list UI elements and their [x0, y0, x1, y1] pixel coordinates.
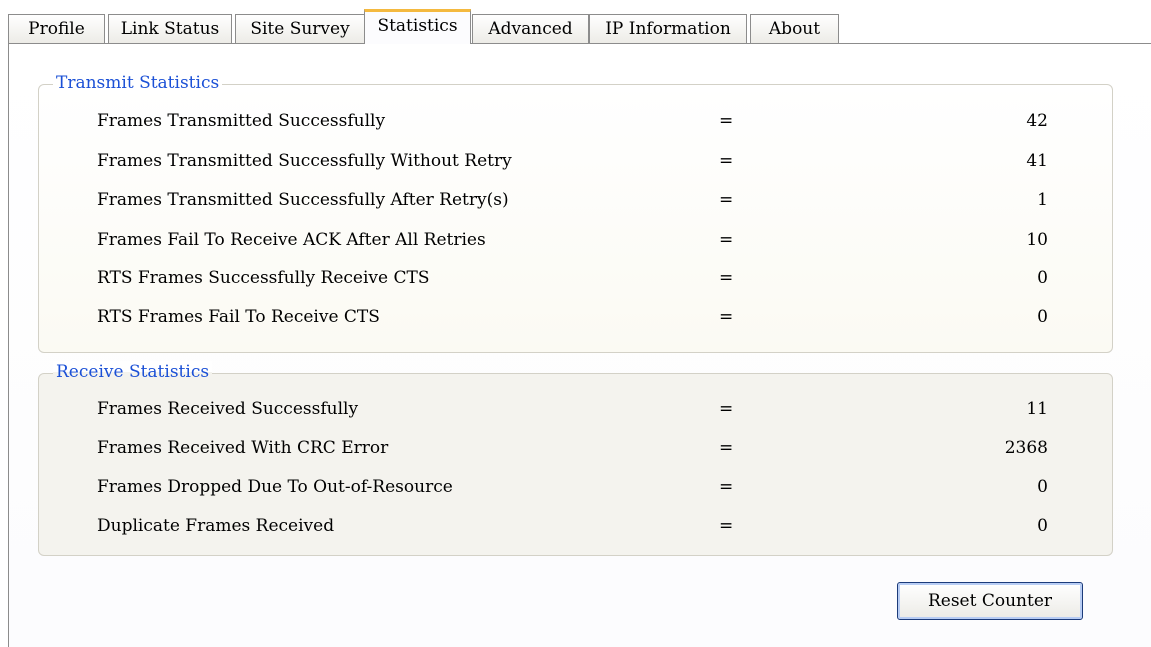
reset-counter-button[interactable]: Reset Counter [897, 582, 1083, 620]
equals-sign: = [719, 516, 734, 536]
tab-ip-information[interactable]: IP Information [589, 14, 747, 44]
stat-value: 1 [1037, 190, 1048, 210]
stat-label: Frames Transmitted Successfully After Re… [97, 190, 509, 210]
stat-label: Frames Received Successfully [97, 399, 359, 419]
tab-advanced[interactable]: Advanced [472, 14, 589, 44]
equals-sign: = [719, 190, 734, 210]
stat-label: Frames Transmitted Successfully [97, 111, 386, 131]
equals-sign: = [719, 111, 734, 131]
stat-value: 0 [1037, 307, 1048, 327]
tab-bar: Profile Link Status Site Survey Statisti… [8, 9, 1151, 44]
stat-row: RTS Frames Fail To Receive CTS = 0 [39, 305, 1114, 329]
stat-row: Frames Dropped Due To Out-of-Resource = … [39, 475, 1114, 499]
stat-row: Frames Transmitted Successfully Without … [39, 149, 1114, 173]
equals-sign: = [719, 399, 734, 419]
receive-statistics-group: Receive Statistics Frames Received Succe… [38, 361, 1114, 556]
stat-value: 42 [1026, 111, 1048, 131]
stat-label: Duplicate Frames Received [97, 516, 335, 536]
equals-sign: = [719, 307, 734, 327]
stat-label: Frames Fail To Receive ACK After All Ret… [97, 230, 486, 250]
stat-row: Duplicate Frames Received = 0 [39, 514, 1114, 538]
stat-row: Frames Received Successfully = 11 [39, 397, 1114, 421]
equals-sign: = [719, 438, 734, 458]
stat-value: 2368 [1004, 438, 1048, 458]
stat-label: Frames Transmitted Successfully Without … [97, 151, 512, 171]
equals-sign: = [719, 230, 734, 250]
stat-value: 11 [1026, 399, 1048, 419]
stat-value: 0 [1037, 268, 1048, 288]
receive-statistics-title: Receive Statistics [53, 361, 213, 383]
tab-link-status[interactable]: Link Status [108, 14, 232, 44]
transmit-statistics-title: Transmit Statistics [53, 72, 223, 94]
stat-row: Frames Fail To Receive ACK After All Ret… [39, 228, 1114, 252]
stat-row: Frames Transmitted Successfully After Re… [39, 188, 1114, 212]
stat-row: Frames Transmitted Successfully = 42 [39, 109, 1114, 133]
stat-label: Frames Dropped Due To Out-of-Resource [97, 477, 453, 497]
stat-value: 0 [1037, 477, 1048, 497]
equals-sign: = [719, 477, 734, 497]
equals-sign: = [719, 268, 734, 288]
transmit-statistics-group: Transmit Statistics Frames Transmitted S… [38, 72, 1114, 353]
stat-label: RTS Frames Fail To Receive CTS [97, 307, 380, 327]
stat-row: RTS Frames Successfully Receive CTS = 0 [39, 266, 1114, 290]
stat-row: Frames Received With CRC Error = 2368 [39, 436, 1114, 460]
tab-about[interactable]: About [750, 14, 839, 44]
equals-sign: = [719, 151, 734, 171]
tab-statistics[interactable]: Statistics [364, 9, 471, 44]
stat-label: Frames Received With CRC Error [97, 438, 389, 458]
tab-profile[interactable]: Profile [8, 14, 105, 44]
tab-site-survey[interactable]: Site Survey [235, 14, 365, 44]
stat-value: 10 [1026, 230, 1048, 250]
stat-value: 0 [1037, 516, 1048, 536]
stat-label: RTS Frames Successfully Receive CTS [97, 268, 430, 288]
stat-value: 41 [1026, 151, 1048, 171]
